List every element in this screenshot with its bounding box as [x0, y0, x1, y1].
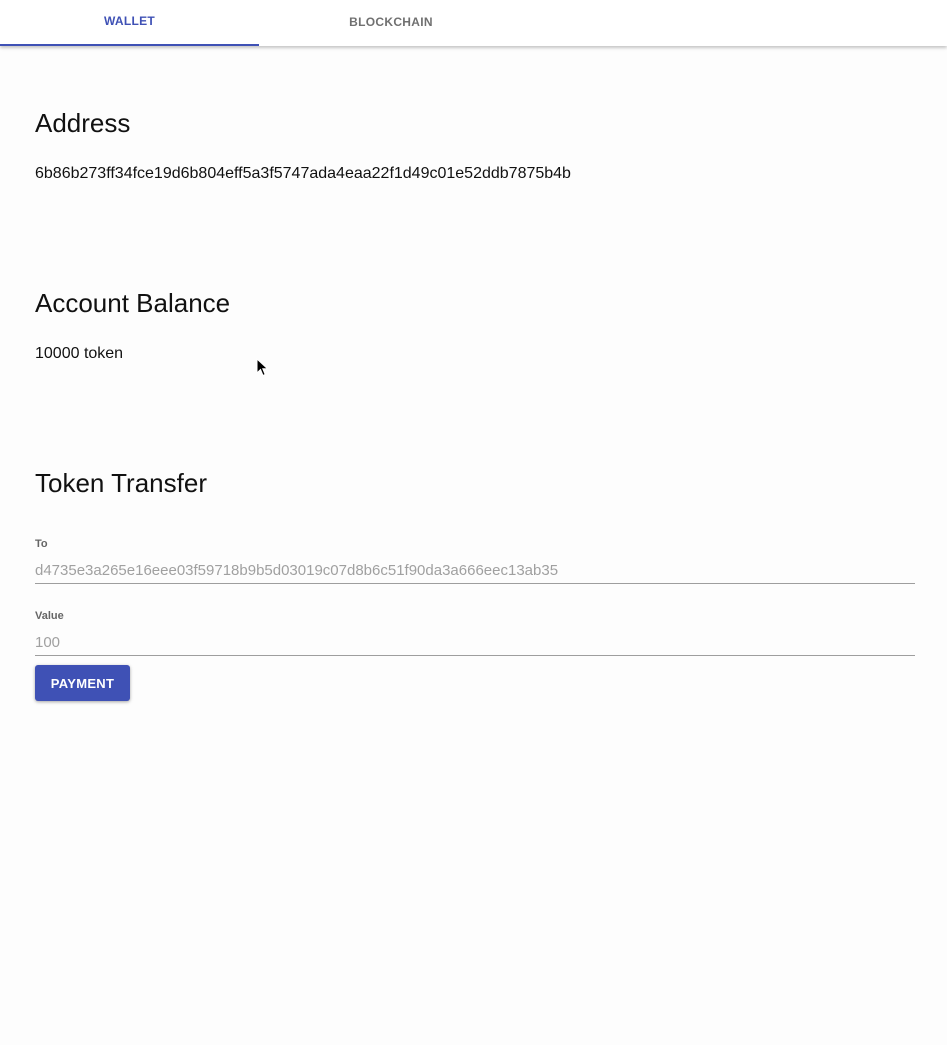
- address-heading: Address: [35, 108, 131, 138]
- token-transfer-heading: Token Transfer: [35, 468, 207, 498]
- tab-blockchain[interactable]: BLOCKCHAIN: [259, 0, 523, 46]
- payment-button[interactable]: PAYMENT: [35, 665, 130, 701]
- value-input[interactable]: [35, 630, 915, 656]
- to-address-input[interactable]: [35, 558, 915, 584]
- mouse-pointer-icon: [256, 358, 269, 377]
- tab-bar: WALLET BLOCKCHAIN: [0, 0, 947, 46]
- balance-value: 10000 token: [35, 345, 124, 362]
- value-field-label: Value: [35, 610, 64, 622]
- to-field-label: To: [35, 538, 48, 550]
- tab-wallet[interactable]: WALLET: [0, 0, 259, 46]
- balance-heading: Account Balance: [35, 288, 231, 318]
- address-value: 6b86b273ff34fce19d6b804eff5a3f5747ada4ea…: [35, 165, 571, 182]
